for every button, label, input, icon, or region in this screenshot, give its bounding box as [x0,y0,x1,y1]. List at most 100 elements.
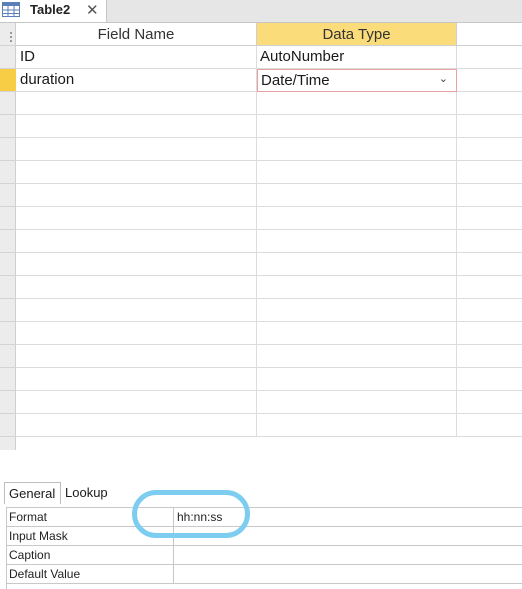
chevron-down-icon[interactable]: ⌄ [439,72,448,85]
caption-input[interactable] [173,546,522,564]
property-row-default-value[interactable]: Default Value [7,565,522,584]
row-selector[interactable] [0,184,16,207]
close-icon[interactable]: ✕ [86,1,99,19]
row-divider [457,68,522,69]
data-type-cell[interactable] [257,115,457,137]
data-type-dropdown[interactable]: Date/Time ⌄ [257,69,457,92]
data-type-cell[interactable] [257,345,457,367]
default-value-input[interactable] [173,565,522,583]
data-type-cell[interactable] [257,391,457,413]
row-divider [457,390,522,391]
row-selector-column [0,23,16,450]
table-row[interactable] [16,92,457,115]
table-row[interactable] [16,322,457,345]
row-selector[interactable] [0,391,16,414]
data-type-cell[interactable] [257,161,457,183]
row-selector[interactable] [0,207,16,230]
field-name-cell[interactable] [16,391,257,413]
row-selector[interactable] [0,115,16,138]
table-row[interactable] [16,138,457,161]
data-type-selected-value: Date/Time [261,72,330,89]
row-selector[interactable] [0,414,16,437]
row-divider [457,344,522,345]
row-selector[interactable] [0,276,16,299]
row-selector-active[interactable] [0,69,16,92]
property-label: Input Mask [9,529,68,543]
table-row[interactable] [16,391,457,414]
data-type-cell[interactable] [257,92,457,114]
row-selector[interactable] [0,92,16,115]
field-name-cell[interactable] [16,322,257,344]
row-selector[interactable] [0,230,16,253]
field-name-cell[interactable] [16,276,257,298]
table-row[interactable] [16,414,457,437]
table-row[interactable] [16,207,457,230]
row-selector[interactable] [0,138,16,161]
column-header-data-type[interactable]: Data Type [257,23,457,46]
format-input[interactable]: hh:nn:ss [173,508,522,526]
field-name-cell[interactable] [16,345,257,367]
row-divider [457,229,522,230]
column-header-field-name[interactable]: Field Name [16,23,257,46]
data-type-cell[interactable]: AutoNumber [257,46,457,68]
document-tab-bar: Table2 ✕ [0,0,522,23]
row-selector[interactable] [0,345,16,368]
table-row[interactable] [16,299,457,322]
field-name-cell[interactable] [16,207,257,229]
row-divider [457,298,522,299]
field-name-cell[interactable] [16,299,257,321]
data-type-cell[interactable] [257,299,457,321]
row-divider [457,321,522,322]
property-row-format[interactable]: Format hh:nn:ss [7,508,522,527]
field-name-cell[interactable] [16,115,257,137]
description-column[interactable] [457,23,522,450]
field-name-cell[interactable]: ID [16,46,257,68]
column-header-description[interactable] [457,23,522,46]
row-divider [457,413,522,414]
input-mask-input[interactable] [173,527,522,545]
table-row[interactable] [16,184,457,207]
table-row[interactable] [16,115,457,138]
field-name-cell[interactable] [16,230,257,252]
data-type-cell[interactable] [257,276,457,298]
data-type-cell[interactable] [257,414,457,436]
row-divider [457,114,522,115]
field-name-cell[interactable] [16,414,257,436]
row-selector[interactable] [0,46,16,69]
tab-general[interactable]: General [4,482,61,504]
data-type-cell[interactable] [257,253,457,275]
property-row-caption[interactable]: Caption [7,546,522,565]
data-type-cell[interactable] [257,138,457,160]
table-row[interactable] [16,368,457,391]
data-type-cell[interactable] [257,368,457,390]
field-name-cell[interactable] [16,184,257,206]
table-row[interactable] [16,345,457,368]
table-row[interactable] [16,276,457,299]
field-name-cell[interactable] [16,92,257,114]
field-name-cell[interactable] [16,368,257,390]
row-selector[interactable] [0,161,16,184]
row-selector[interactable] [0,368,16,391]
field-name-cell[interactable] [16,161,257,183]
field-name-cell[interactable] [16,138,257,160]
property-label: Default Value [9,567,81,581]
document-tab-table2[interactable]: Table2 ✕ [0,0,107,22]
row-selector[interactable] [0,322,16,345]
property-row-input-mask[interactable]: Input Mask [7,527,522,546]
row-divider [457,160,522,161]
table-row[interactable] [16,161,457,184]
field-name-cell[interactable]: duration [16,69,257,91]
field-name-cell[interactable] [16,253,257,275]
table-row[interactable] [16,230,457,253]
row-selector[interactable] [0,299,16,322]
tab-lookup[interactable]: Lookup [61,482,113,504]
data-type-cell[interactable] [257,207,457,229]
field-properties-tabs: General Lookup [0,482,522,504]
row-divider [457,275,522,276]
data-type-cell[interactable] [257,184,457,206]
row-selector[interactable] [0,253,16,276]
data-type-cell[interactable] [257,322,457,344]
table-row[interactable] [16,253,457,276]
data-type-cell[interactable] [257,230,457,252]
table-row[interactable]: ID AutoNumber [16,46,457,69]
